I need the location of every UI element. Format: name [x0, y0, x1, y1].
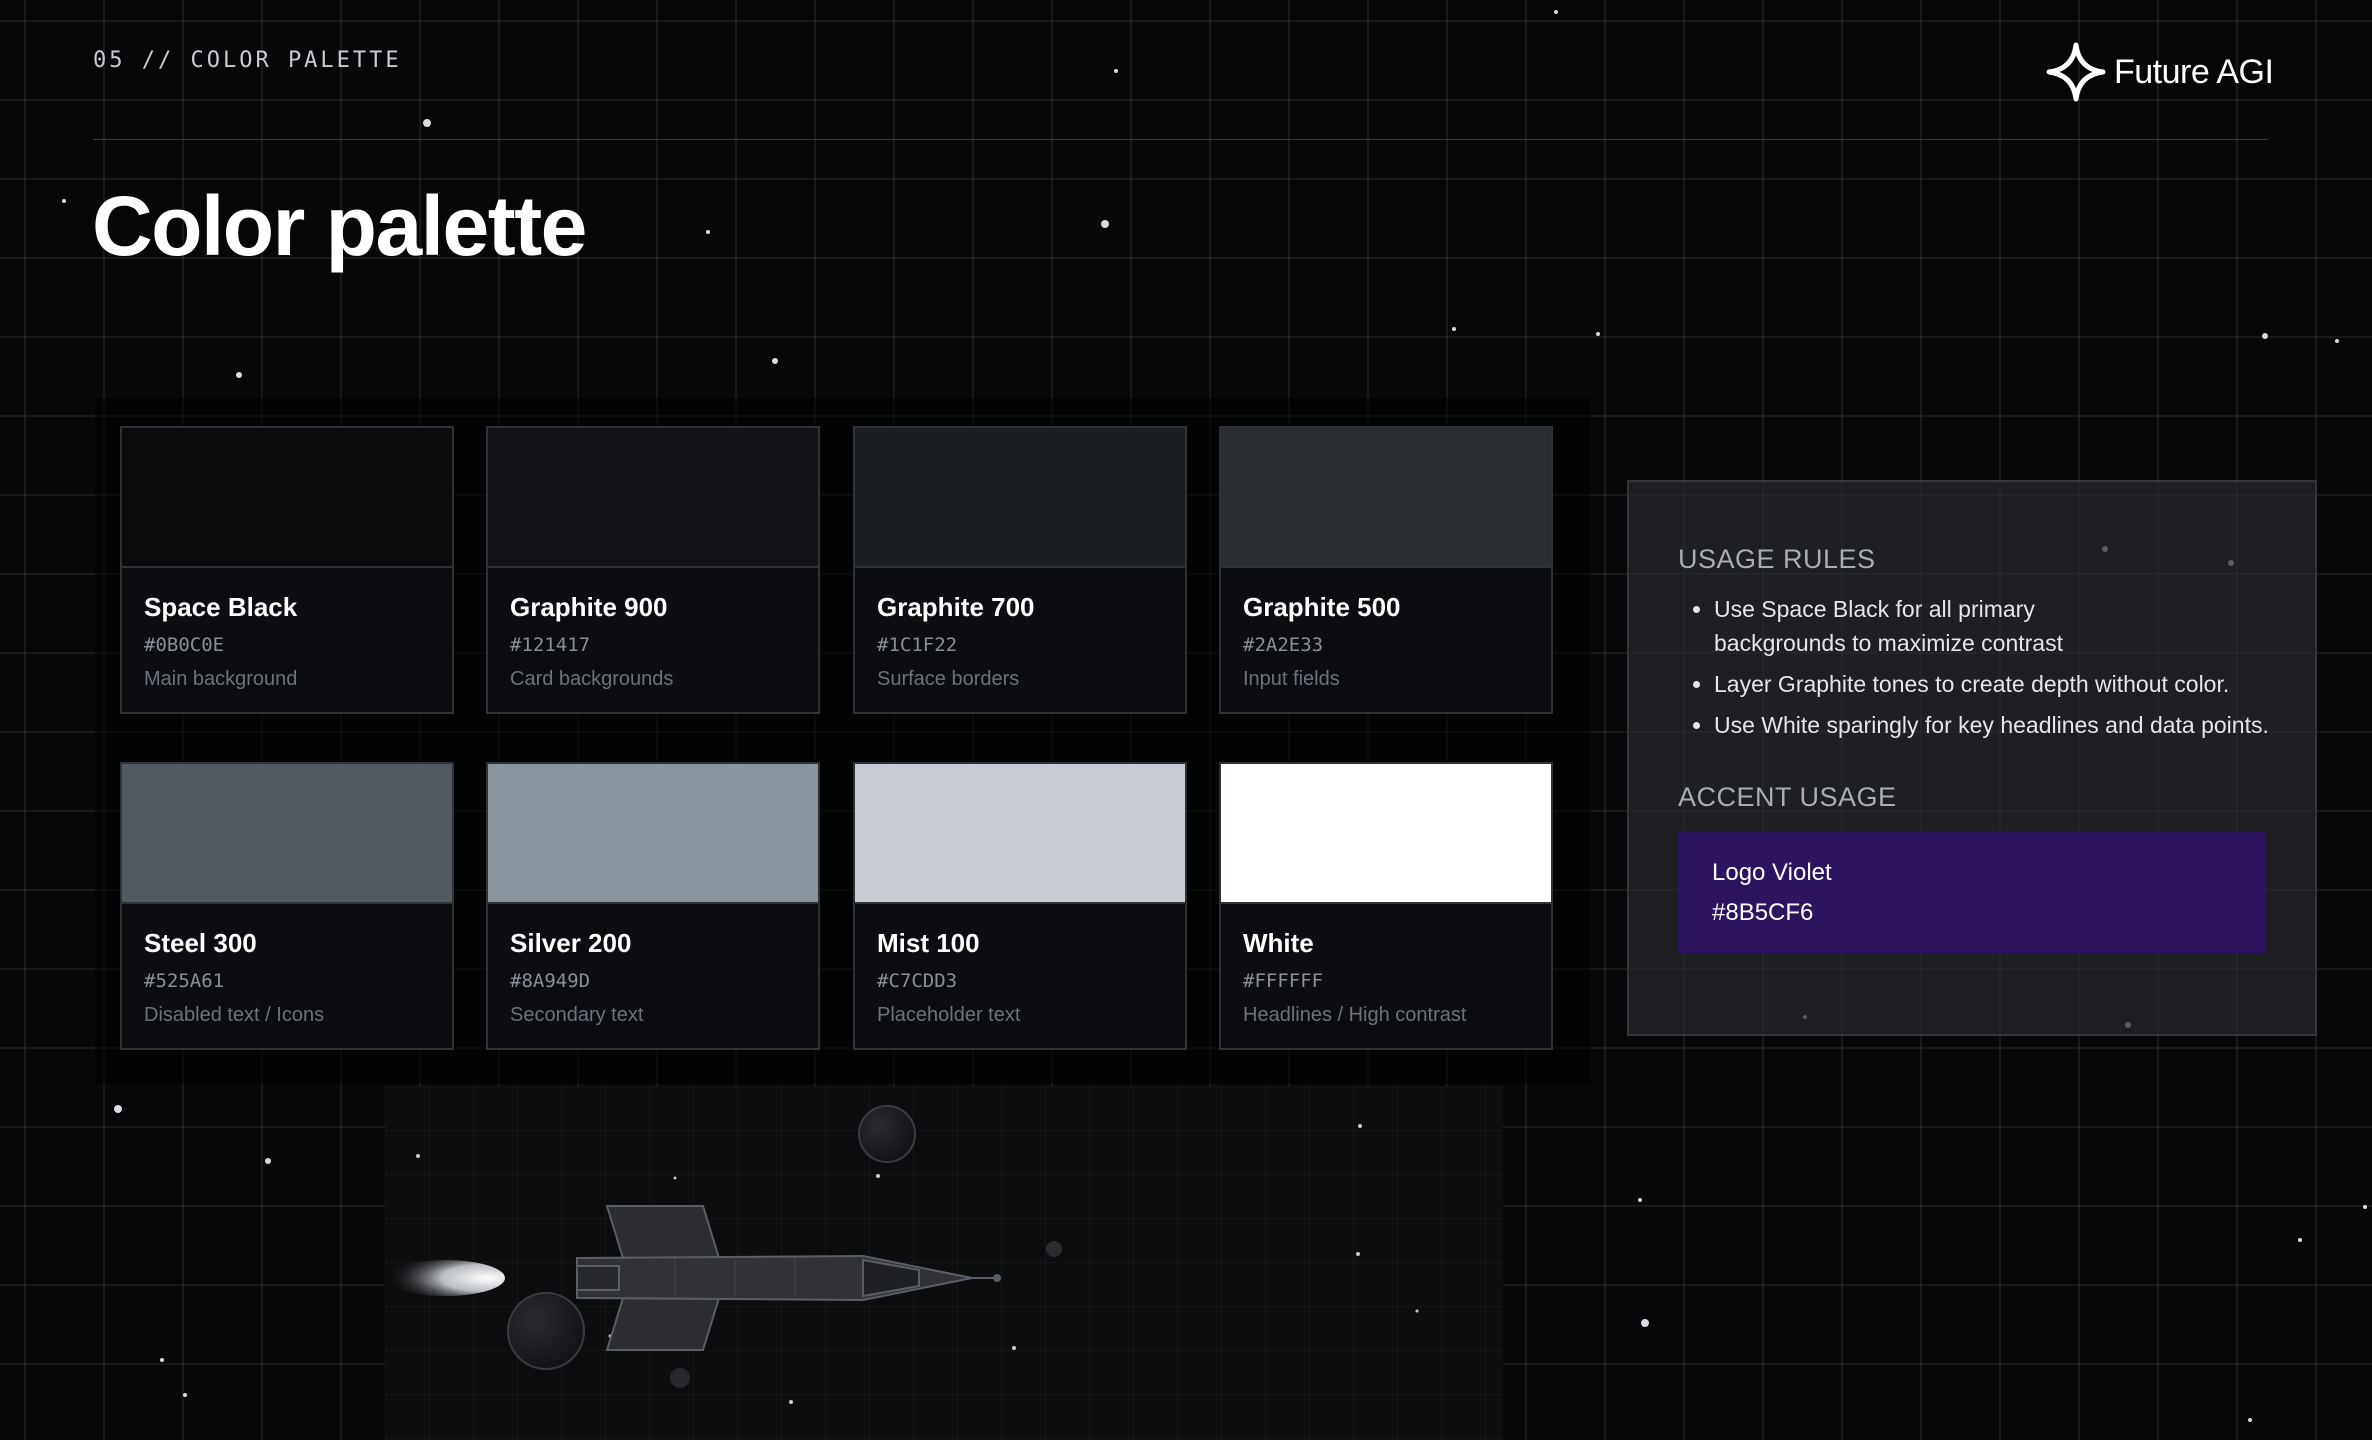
- accent-color-name: Logo Violet: [1712, 859, 1832, 886]
- page-title: Color palette: [92, 179, 587, 273]
- swatch-card: Graphite 900 #121417 Card backgrounds: [486, 426, 820, 714]
- swatch-name: Steel 300: [144, 928, 257, 958]
- color-chip: [855, 428, 1185, 568]
- swatch-hex: #1C1F22: [877, 634, 958, 656]
- swatch-name: Graphite 900: [510, 592, 668, 622]
- color-chip: [1221, 428, 1551, 568]
- rocket-illustration: [385, 1086, 1503, 1440]
- swatch-name: White: [1243, 928, 1314, 958]
- swatch-name: Silver 200: [510, 928, 632, 958]
- brand-logo[interactable]: Future AGI: [2046, 42, 2274, 102]
- header-divider: [93, 139, 2268, 140]
- usage-rule-item: Use White sparingly for key headlines an…: [1714, 708, 2354, 742]
- swatch-name: Space Black: [144, 592, 298, 622]
- accent-color-hex: #8B5CF6: [1712, 899, 1814, 926]
- color-chip: [1221, 764, 1551, 904]
- usage-rule-item: Layer Graphite tones to create depth wit…: [1714, 667, 2354, 701]
- color-chip: [122, 764, 452, 904]
- usage-rules-list: Use Space Black for all primary backgrou…: [1678, 592, 2354, 749]
- swatch-hex: #121417: [510, 634, 591, 656]
- swatch-card: Silver 200 #8A949D Secondary text: [486, 762, 820, 1050]
- accent-color-swatch: Logo Violet #8B5CF6: [1678, 831, 2266, 953]
- color-chip: [855, 764, 1185, 904]
- swatch-usage: Card backgrounds: [510, 668, 674, 690]
- swatch-name: Mist 100: [877, 928, 980, 958]
- swatch-name: Graphite 500: [1243, 592, 1401, 622]
- swatch-card: Space Black #0B0C0E Main background: [120, 426, 454, 714]
- four-point-star-icon: [2046, 42, 2106, 102]
- swatch-usage: Placeholder text: [877, 1004, 1021, 1026]
- section-eyebrow: 05 // COLOR PALETTE: [93, 48, 402, 73]
- swatch-hex: #FFFFFF: [1243, 970, 1324, 992]
- swatch-usage: Main background: [144, 668, 298, 690]
- swatch-card: Graphite 700 #1C1F22 Surface borders: [853, 426, 1187, 714]
- color-chip: [488, 764, 818, 904]
- swatch-card: Graphite 500 #2A2E33 Input fields: [1219, 426, 1553, 714]
- swatch-card: Mist 100 #C7CDD3 Placeholder text: [853, 762, 1187, 1050]
- brand-name: Future AGI: [2114, 52, 2274, 91]
- swatch-hex: #0B0C0E: [144, 634, 225, 656]
- swatch-grid: Space Black #0B0C0E Main background Grap…: [95, 398, 1590, 1084]
- swatch-usage: Secondary text: [510, 1004, 644, 1026]
- usage-rule-item: Use Space Black for all primary backgrou…: [1714, 592, 2114, 660]
- color-chip: [122, 428, 452, 568]
- swatch-usage: Headlines / High contrast: [1243, 1004, 1467, 1026]
- swatch-usage: Disabled text / Icons: [144, 1004, 325, 1026]
- swatch-hex: #525A61: [144, 970, 225, 992]
- swatch-hex: #8A949D: [510, 970, 591, 992]
- usage-rules-heading: USAGE RULES: [1678, 544, 1876, 574]
- swatch-name: Graphite 700: [877, 592, 1035, 622]
- swatch-usage: Surface borders: [877, 668, 1020, 690]
- accent-usage-heading: ACCENT USAGE: [1678, 782, 1897, 812]
- swatch-hex: #C7CDD3: [877, 970, 958, 992]
- swatch-usage: Input fields: [1243, 668, 1340, 690]
- color-chip: [488, 428, 818, 568]
- swatch-card: Steel 300 #525A61 Disabled text / Icons: [120, 762, 454, 1050]
- rocket-illustration-icon: [385, 1105, 1419, 1404]
- swatch-card: White #FFFFFF Headlines / High contrast: [1219, 762, 1553, 1050]
- swatch-hex: #2A2E33: [1243, 634, 1324, 656]
- usage-rules-panel: USAGE RULES Use Space Black for all prim…: [1627, 480, 2317, 1036]
